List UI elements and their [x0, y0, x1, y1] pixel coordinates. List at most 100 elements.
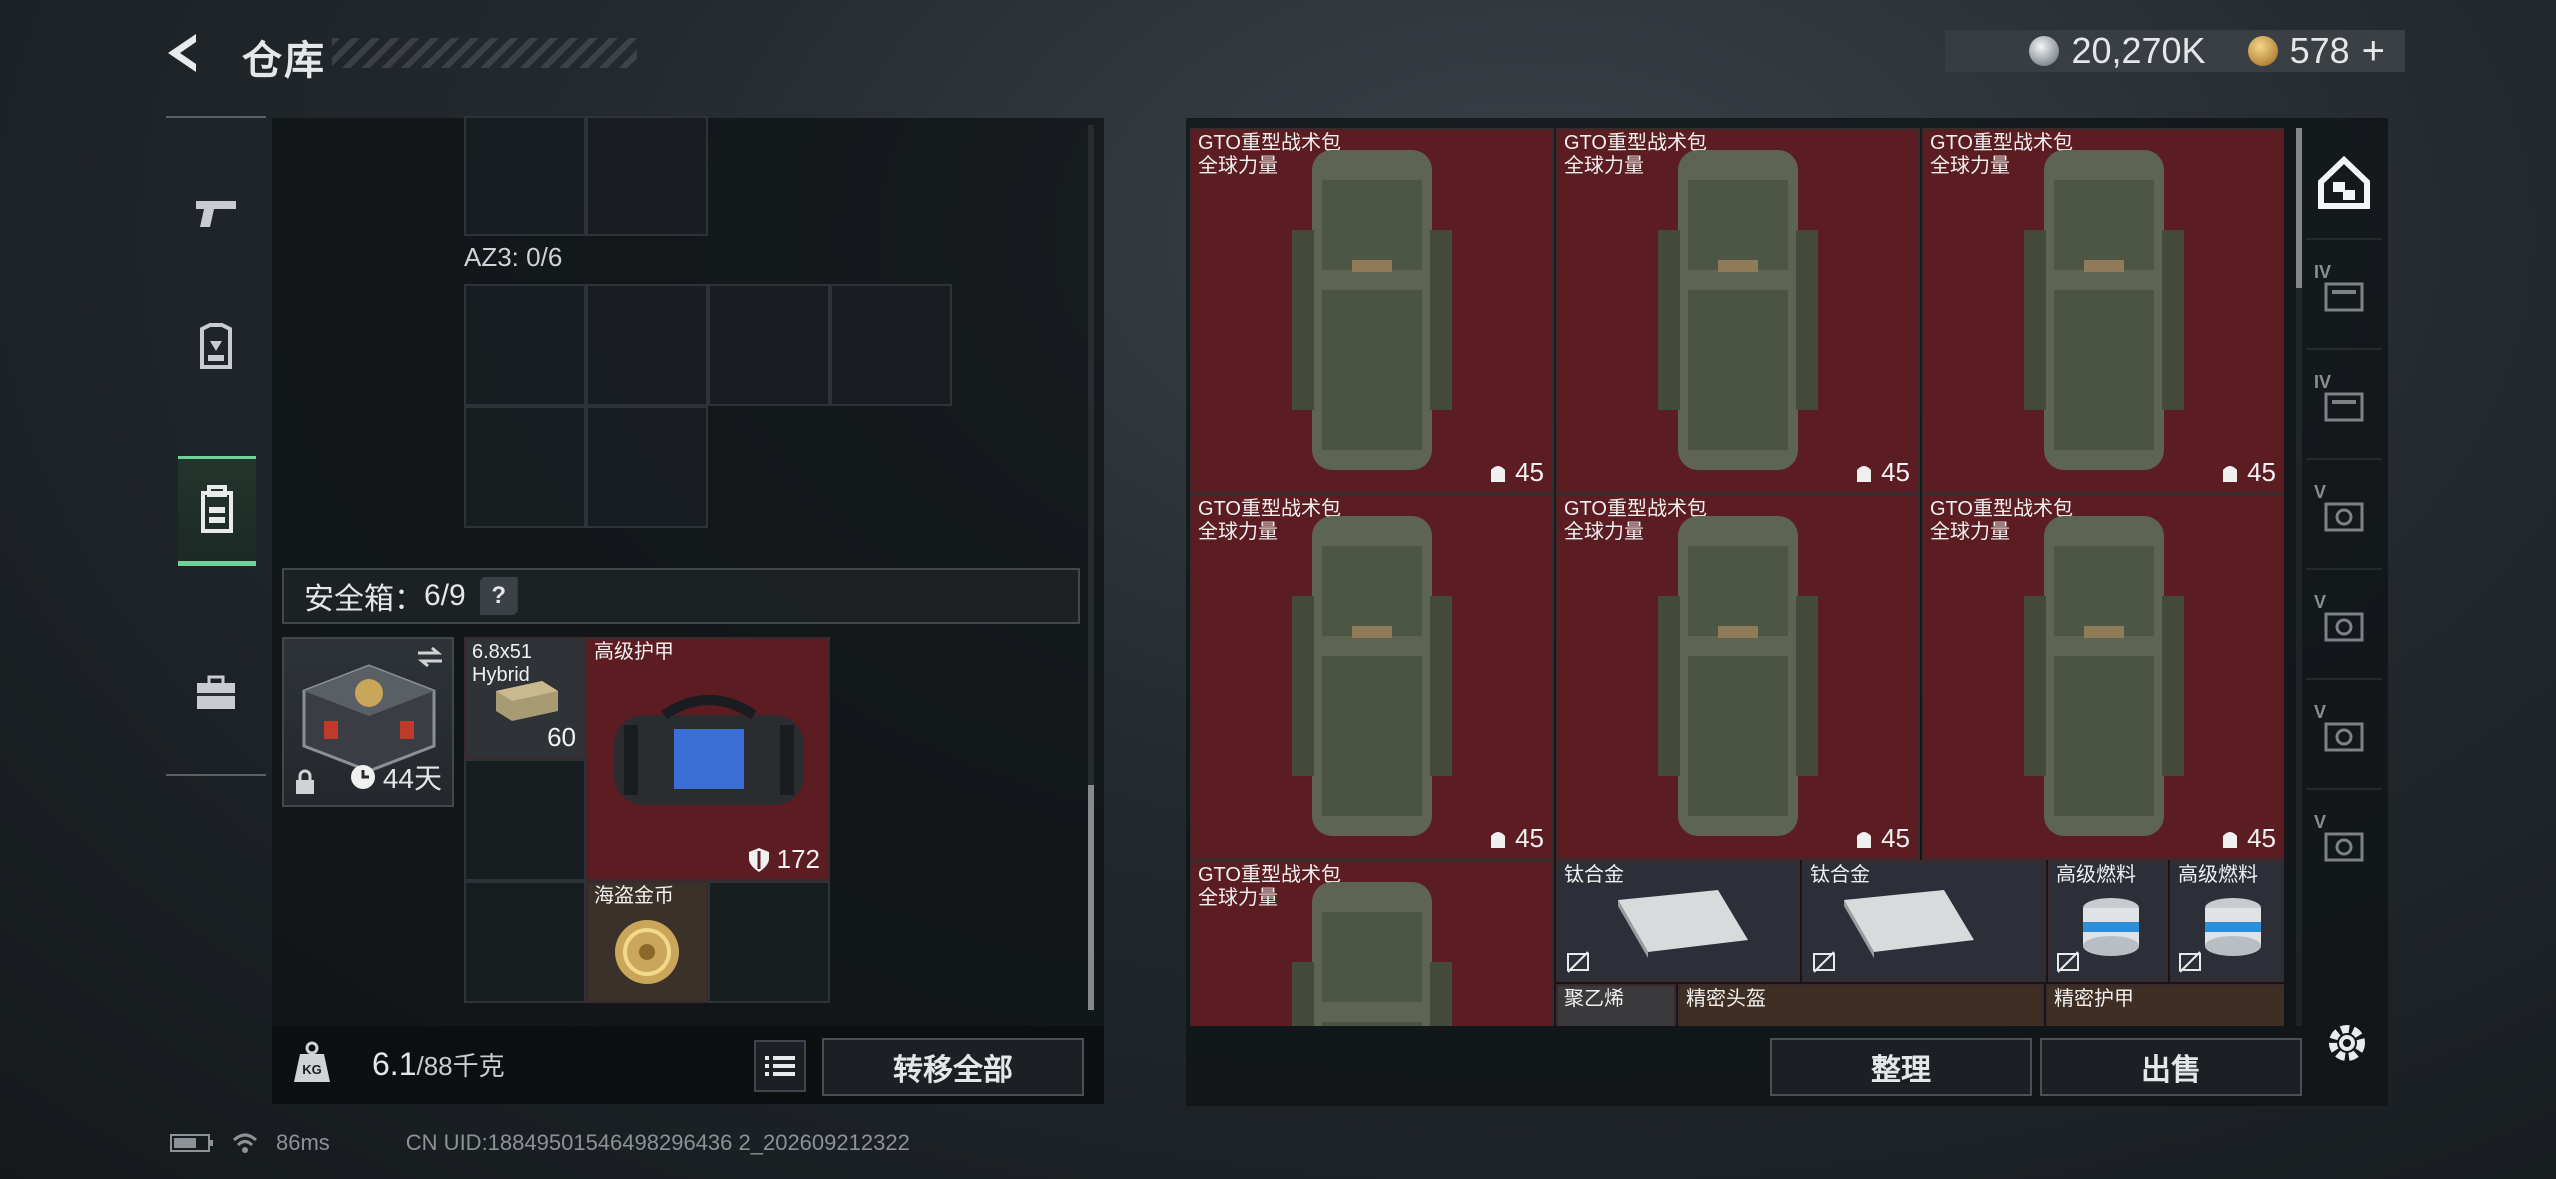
grid-slot[interactable]: [586, 284, 708, 406]
clock-icon: [350, 765, 375, 789]
nav-backpack[interactable]: [178, 456, 256, 566]
coin-name: 海盗金币: [594, 885, 674, 907]
backpack-icon: [201, 485, 233, 533]
user-uid: CN UID:18849501546498296436 2_2026092123…: [405, 1130, 910, 1155]
settings-button[interactable]: [2322, 1018, 2372, 1068]
storage-item-bag[interactable]: GTO重型战术包 全球力量 45: [1922, 494, 2284, 860]
storage-item-bag[interactable]: GTO重型战术包 全球力量: [1190, 860, 1554, 1026]
ammo-item[interactable]: 6.8x51 Hybrid 60: [464, 637, 586, 759]
list-icon: [765, 1056, 795, 1076]
tactical-backpack-icon: [1658, 150, 1818, 470]
storage-grid: GTO重型战术包 全球力量 45 GTO重型战术包 全球力量 45 GTO重型战…: [1190, 128, 2284, 1026]
safebox-label: 安全箱：: [304, 583, 424, 616]
gear-icon: [2329, 1025, 2365, 1061]
grid-slot[interactable]: [464, 881, 586, 1003]
storage-item-bag[interactable]: GTO重型战术包 全球力量 45: [1190, 494, 1554, 860]
capacity-icon: [1857, 831, 1872, 848]
left-category-nav: [166, 116, 266, 776]
list-view-button[interactable]: [754, 1040, 806, 1092]
nav-weapons[interactable]: [166, 158, 266, 268]
ping-value: 86ms: [276, 1130, 330, 1155]
wifi-icon: [232, 1133, 258, 1153]
storage-item-titanium[interactable]: 钛合金: [1802, 860, 2046, 982]
capacity-icon: [1491, 465, 1506, 482]
capacity-icon: [2223, 831, 2238, 848]
nav-tools[interactable]: [166, 638, 266, 748]
tab-storage-5a[interactable]: V: [2306, 458, 2382, 568]
tab-storage-5d[interactable]: V: [2306, 788, 2382, 898]
tab-all-storage[interactable]: [2306, 128, 2382, 238]
svg-text:KG: KG: [302, 1062, 322, 1077]
no-trade-icon: [1567, 951, 1589, 973]
toolbox-icon: [197, 675, 235, 709]
swap-icon[interactable]: [416, 647, 444, 667]
safebox-header: 安全箱： 6/9 ?: [282, 568, 1080, 624]
armor-durability: 172: [747, 844, 820, 875]
fuel-can-icon: [2083, 898, 2139, 956]
grid-slot[interactable]: [464, 284, 586, 406]
storage-item-bag[interactable]: GTO重型战术包 全球力量 45: [1190, 128, 1554, 494]
grid-slot[interactable]: [830, 284, 952, 406]
sell-button[interactable]: 出售: [2040, 1038, 2302, 1096]
page-title: 仓库: [242, 39, 326, 83]
storage-item-fuel[interactable]: 高级燃料: [2048, 860, 2168, 982]
nav-armor[interactable]: [166, 293, 266, 403]
silver-amount: 20,270K: [2071, 30, 2206, 71]
grid-slot[interactable]: [464, 759, 586, 881]
gold-coin-icon: [2247, 36, 2278, 66]
tab-storage-4b[interactable]: IV: [2306, 348, 2382, 458]
duffel-bag-icon: [614, 695, 804, 805]
capacity-icon: [1857, 465, 1872, 482]
storage-item-armor[interactable]: 精密护甲: [2046, 984, 2284, 1026]
armor-name: 高级护甲: [594, 641, 674, 663]
metal-plate-icon: [1844, 890, 1974, 958]
storage-tab-icon: [2324, 722, 2364, 752]
add-currency-button[interactable]: +: [2362, 29, 2385, 74]
tactical-backpack-icon: [1292, 882, 1452, 1026]
storage-tab-icon: [2324, 502, 2364, 532]
back-button[interactable]: [160, 28, 210, 78]
pirate-coin-item[interactable]: 海盗金币: [586, 881, 708, 1003]
storage-tabs: IV IV V V V V: [2306, 128, 2382, 1026]
gold-amount: 578: [2289, 30, 2350, 71]
transfer-all-button[interactable]: 转移全部: [822, 1038, 1084, 1096]
storage-scroll-thumb[interactable]: [2296, 128, 2302, 288]
tactical-backpack-icon: [1292, 516, 1452, 836]
storage-tab-icon: [2324, 832, 2364, 862]
no-trade-icon: [2057, 951, 2079, 973]
storage-item-bag[interactable]: GTO重型战术包 全球力量 45: [1556, 494, 1920, 860]
grid-slot[interactable]: [708, 881, 830, 1003]
tab-storage-4a[interactable]: IV: [2306, 238, 2382, 348]
sort-button[interactable]: 整理: [1770, 1038, 2032, 1096]
storage-item-polyethylene[interactable]: 聚乙烯: [1556, 984, 1676, 1026]
silver-coin-icon: [2029, 36, 2060, 66]
storage-item-titanium[interactable]: 钛合金: [1556, 860, 1800, 982]
storage-item-bag[interactable]: GTO重型战术包 全球力量 45: [1922, 128, 2284, 494]
storage-item-fuel[interactable]: 高级燃料: [2170, 860, 2284, 982]
storage-item-helmet[interactable]: 精密头盔: [1678, 984, 2044, 1026]
armor-item[interactable]: 高级护甲 172: [586, 637, 830, 881]
inventory-scroll-thumb[interactable]: [1088, 785, 1094, 1010]
tactical-backpack-icon: [1292, 150, 1452, 470]
storage-tab-icon: [2324, 612, 2364, 642]
grid-slot[interactable]: [464, 116, 586, 236]
storage-item-bag[interactable]: GTO重型战术包 全球力量 45: [1556, 128, 1920, 494]
tab-storage-5b[interactable]: V: [2306, 568, 2382, 678]
no-trade-icon: [2179, 951, 2201, 973]
storage-all-icon: [2318, 156, 2370, 209]
safebox-count: 6/9: [424, 579, 466, 612]
capacity-icon: [1491, 831, 1506, 848]
capacity-icon: [2223, 465, 2238, 482]
grid-slot[interactable]: [708, 284, 830, 406]
safebox-item[interactable]: 44天: [282, 637, 454, 807]
safebox-timer: 44天: [349, 757, 442, 797]
grid-slot[interactable]: [586, 406, 708, 528]
shield-icon: [748, 847, 769, 872]
tab-storage-5c[interactable]: V: [2306, 678, 2382, 788]
grid-slot[interactable]: [586, 116, 708, 236]
tactical-backpack-icon: [2024, 150, 2184, 470]
ammo-count: 60: [547, 722, 576, 752]
grid-slot[interactable]: [464, 406, 586, 528]
no-trade-icon: [1813, 951, 1835, 973]
safebox-help-button[interactable]: ?: [479, 577, 518, 615]
